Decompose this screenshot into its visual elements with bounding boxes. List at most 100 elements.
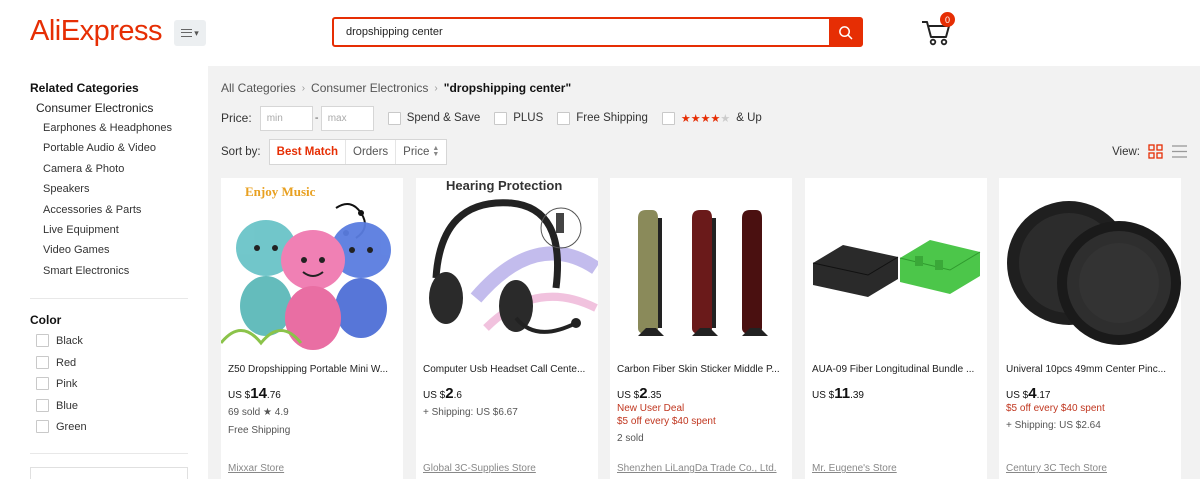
product-image[interactable]: Hearing Protection (416, 178, 598, 359)
star-rating-icon: ★★★★★ (680, 112, 731, 125)
store-link[interactable]: Mr. Eugene's Store (812, 463, 897, 474)
breadcrumb-consumer-electronics[interactable]: Consumer Electronics (311, 81, 428, 95)
price-dash: - (314, 112, 319, 124)
product-title[interactable]: Computer Usb Headset Call Cente... (423, 364, 593, 375)
view-toggle: View: (1112, 144, 1188, 159)
top-header: AliExpress ▾ 0 (0, 0, 1200, 66)
cart-count-badge: 0 (940, 12, 955, 27)
filter-free-shipping[interactable]: Free Shipping (557, 111, 648, 125)
color-option-black[interactable]: Black (36, 334, 83, 347)
product-image[interactable] (999, 178, 1181, 359)
list-view-icon[interactable] (1171, 144, 1188, 159)
chevron-down-icon: ▾ (194, 27, 199, 38)
product-price: US $4.17 (1006, 385, 1051, 402)
breadcrumb-all-categories[interactable]: All Categories (221, 81, 296, 95)
filter-sidebar: Related Categories Consumer Electronics … (0, 66, 208, 479)
subcategory-item[interactable]: Earphones & Headphones (43, 122, 172, 134)
image-caption: Hearing Protection (446, 178, 562, 193)
sidebar-panel (30, 467, 188, 479)
color-filter-title: Color (30, 313, 62, 327)
search-button[interactable] (829, 19, 861, 45)
sort-label: Sort by: (221, 146, 261, 158)
checkbox[interactable] (387, 111, 401, 125)
checkbox[interactable] (36, 377, 49, 390)
price-max-input[interactable]: max (320, 105, 374, 131)
search-input[interactable] (334, 19, 829, 45)
product-title[interactable]: AUA-09 Fiber Longitudinal Bundle ... (812, 364, 982, 375)
product-card[interactable]: Enjoy Music Z50 Dropshipping Portable Mi… (221, 178, 403, 479)
product-shipping: + Shipping: US $6.67 (423, 407, 518, 418)
hamburger-icon (181, 29, 193, 37)
sort-options: Best Match Orders Price ▲ ▼ (268, 139, 448, 165)
product-image[interactable] (610, 178, 792, 359)
checkbox[interactable] (36, 420, 49, 433)
filter-bar: Price: min - max Spend & Save PLUS Free … (221, 105, 762, 131)
sort-arrows-icon: ▲ ▼ (432, 145, 440, 158)
chevron-right-icon: › (434, 82, 438, 94)
coupon-text: $5 off every $40 spent (617, 416, 716, 427)
product-sold: 2 sold (617, 433, 644, 444)
checkbox[interactable] (36, 334, 49, 347)
price-min-input[interactable]: min (259, 105, 313, 131)
image-caption: Enjoy Music (245, 184, 316, 199)
product-image[interactable] (805, 178, 987, 359)
product-price: US $2.6 (423, 385, 462, 402)
breadcrumb: All Categories › Consumer Electronics › … (221, 81, 571, 95)
checkbox[interactable] (36, 399, 49, 412)
grid-view-icon[interactable] (1148, 144, 1163, 159)
product-image[interactable]: Enjoy Music (221, 178, 403, 359)
product-card[interactable]: Univeral 10pcs 49mm Center Pinc... US $4… (999, 178, 1181, 479)
checkbox[interactable] (661, 111, 675, 125)
product-title[interactable]: Z50 Dropshipping Portable Mini W... (228, 364, 398, 375)
sort-best-match[interactable]: Best Match (270, 140, 346, 164)
sidebar-divider (30, 453, 188, 454)
results-area: All Categories › Consumer Electronics › … (208, 66, 1200, 479)
sort-orders[interactable]: Orders (346, 140, 397, 164)
store-link[interactable]: Global 3C-Supplies Store (423, 463, 536, 474)
subcategory-item[interactable]: Speakers (43, 183, 89, 195)
view-label: View: (1112, 145, 1140, 158)
checkbox[interactable] (36, 356, 49, 369)
filter-spend-save[interactable]: Spend & Save (387, 111, 480, 125)
product-card[interactable]: AUA-09 Fiber Longitudinal Bundle ... US … (805, 178, 987, 479)
color-option-pink[interactable]: Pink (36, 377, 77, 390)
category-menu-button[interactable]: ▾ (174, 20, 206, 46)
product-shipping: Free Shipping (228, 425, 291, 436)
checkbox[interactable] (557, 111, 571, 125)
product-card[interactable]: Carbon Fiber Skin Sticker Middle P... US… (610, 178, 792, 479)
new-user-deal: New User Deal (617, 403, 685, 414)
product-title[interactable]: Carbon Fiber Skin Sticker Middle P... (617, 364, 787, 375)
sort-bar: Sort by: Best Match Orders Price ▲ ▼ (221, 139, 448, 165)
store-link[interactable]: Mixxar Store (228, 463, 284, 474)
color-option-red[interactable]: Red (36, 356, 76, 369)
filter-rating[interactable]: ★★★★★ & Up (661, 111, 762, 125)
category-consumer-electronics[interactable]: Consumer Electronics (36, 101, 153, 115)
search-bar (332, 17, 863, 47)
related-categories-title: Related Categories (30, 81, 139, 95)
subcategory-item[interactable]: Smart Electronics (43, 265, 129, 277)
product-price: US $11.39 (812, 385, 864, 402)
product-shipping: + Shipping: US $2.64 (1006, 420, 1101, 431)
color-option-blue[interactable]: Blue (36, 399, 78, 412)
product-price: US $2.35 (617, 385, 662, 402)
sidebar-divider (30, 298, 188, 299)
product-card[interactable]: Hearing Protection Computer Usb Headset … (416, 178, 598, 479)
search-icon (838, 25, 852, 39)
checkbox[interactable] (494, 111, 508, 125)
product-sold-rating: 69 sold ★ 4.9 (228, 407, 289, 418)
subcategory-item[interactable]: Portable Audio & Video (43, 142, 156, 154)
store-link[interactable]: Shenzhen LiLangDa Trade Co., Ltd. (617, 463, 777, 474)
color-option-green[interactable]: Green (36, 420, 87, 433)
subcategory-item[interactable]: Live Equipment (43, 224, 119, 236)
aliexpress-logo[interactable]: AliExpress (30, 15, 163, 48)
sort-price[interactable]: Price ▲ ▼ (396, 140, 446, 164)
product-price: US $14.76 (228, 385, 281, 402)
filter-plus[interactable]: PLUS (494, 111, 543, 125)
chevron-right-icon: › (301, 82, 306, 94)
product-title[interactable]: Univeral 10pcs 49mm Center Pinc... (1006, 364, 1176, 375)
subcategory-item[interactable]: Accessories & Parts (43, 204, 141, 216)
breadcrumb-current: "dropshipping center" (443, 81, 572, 95)
subcategory-item[interactable]: Camera & Photo (43, 163, 124, 175)
store-link[interactable]: Century 3C Tech Store (1006, 463, 1107, 474)
subcategory-item[interactable]: Video Games (43, 244, 109, 256)
